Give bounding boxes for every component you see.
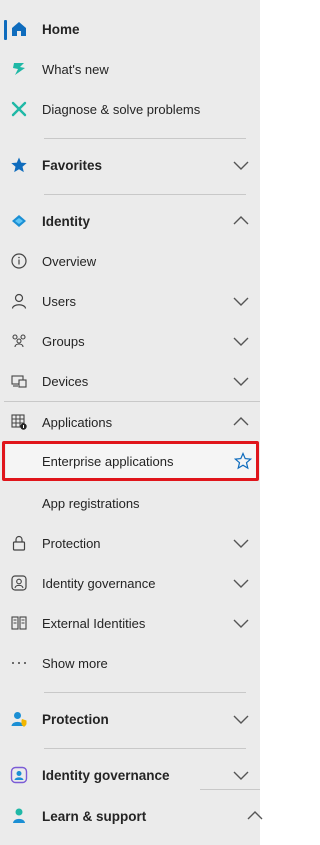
nav-label-diagnose: Diagnose & solve problems: [42, 101, 201, 117]
learn-support-icon: [10, 807, 28, 825]
info-icon: [10, 252, 28, 270]
lock-icon: [10, 534, 28, 552]
home-icon: [10, 20, 28, 38]
nav-label-external-identities: External Identities: [42, 615, 146, 631]
nav-label-identity-governance-sub: Identity governance: [42, 575, 156, 591]
nav-label-whats-new: What's new: [42, 61, 109, 77]
devices-icon: [10, 372, 28, 390]
nav-item-protection[interactable]: Protection: [4, 523, 260, 563]
nav-item-diagnose-solve[interactable]: Diagnose & solve problems: [4, 89, 260, 129]
nav-label-identity-governance: Identity governance: [42, 767, 170, 783]
more-dots-icon: [10, 654, 28, 672]
nav-label-favorites: Favorites: [42, 157, 103, 173]
nav-section-favorites[interactable]: Favorites: [4, 145, 260, 185]
nav-item-identity-governance[interactable]: Identity governance: [4, 563, 260, 603]
divider: [44, 194, 246, 195]
chevron-down-icon[interactable]: [232, 335, 250, 347]
nav-item-groups[interactable]: Groups: [4, 321, 260, 361]
nav-label-protection-sub: Protection: [42, 535, 101, 551]
nav-section-protection[interactable]: Protection: [4, 699, 260, 739]
chevron-down-icon[interactable]: [232, 295, 250, 307]
chevron-down-icon[interactable]: [232, 713, 250, 725]
nav-label-identity: Identity: [42, 213, 91, 229]
left-navigation-pane: Home What's new Diagnose & solve problem…: [0, 0, 263, 845]
chevron-down-icon[interactable]: [232, 375, 250, 387]
megaphone-icon: [10, 60, 28, 78]
nav-label-learn-support: Learn & support: [42, 808, 147, 824]
external-identities-icon: [10, 614, 28, 632]
chevron-down-icon[interactable]: [232, 577, 250, 589]
applications-grid-icon: [10, 413, 28, 431]
nav-section-identity[interactable]: Identity: [4, 201, 260, 241]
identity-diamond-icon: [10, 212, 28, 230]
chevron-up-icon[interactable]: [232, 416, 250, 428]
identity-governance-icon: [10, 766, 28, 784]
protection-user-icon: [10, 710, 28, 728]
nav-label-applications: Applications: [42, 414, 113, 430]
active-indicator: [4, 20, 7, 40]
nav-label-groups: Groups: [42, 333, 85, 349]
divider: [200, 789, 260, 790]
nav-item-home[interactable]: Home: [4, 9, 260, 49]
nav-label-devices: Devices: [42, 373, 89, 389]
chevron-down-icon[interactable]: [232, 537, 250, 549]
chevron-down-icon[interactable]: [232, 159, 250, 171]
nav-label-overview: Overview: [42, 253, 97, 269]
nav-item-users[interactable]: Users: [4, 281, 260, 321]
nav-label-home: Home: [42, 21, 80, 37]
divider: [44, 138, 246, 139]
nav-label-protection: Protection: [42, 711, 109, 727]
nav-label-users: Users: [42, 293, 76, 309]
nav-item-app-registrations[interactable]: App registrations: [4, 483, 260, 523]
divider: [44, 748, 246, 749]
divider: [44, 692, 246, 693]
chevron-up-icon[interactable]: [246, 810, 264, 822]
group-icon: [10, 332, 28, 350]
nav-item-external-identities[interactable]: External Identities: [4, 603, 260, 643]
star-icon: [10, 156, 28, 174]
nav-item-applications[interactable]: Applications: [4, 402, 260, 442]
nav-item-overview[interactable]: Overview: [4, 241, 260, 281]
nav-label-show-more: Show more: [42, 655, 108, 671]
nav-section-learn-support[interactable]: Learn & support: [4, 796, 263, 836]
governance-icon: [10, 574, 28, 592]
nav-item-show-more[interactable]: Show more: [4, 643, 260, 683]
nav-label-app-registrations: App registrations: [42, 495, 140, 511]
nav-item-devices[interactable]: Devices: [4, 361, 260, 401]
chevron-up-icon[interactable]: [232, 215, 250, 227]
tools-icon: [10, 100, 28, 118]
nav-item-whats-new[interactable]: What's new: [4, 49, 260, 89]
chevron-down-icon[interactable]: [232, 617, 250, 629]
user-icon: [10, 292, 28, 310]
highlight-box: [2, 441, 259, 481]
chevron-down-icon[interactable]: [232, 769, 250, 781]
